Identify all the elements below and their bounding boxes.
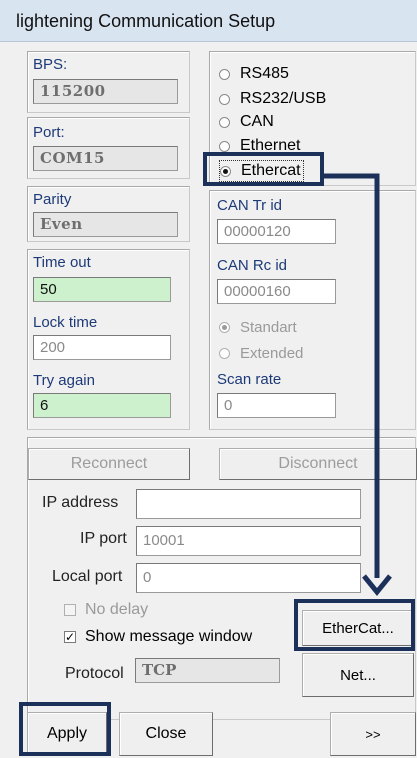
communication-setup-window: lightening Communication Setup BPS: 1152… — [0, 0, 417, 758]
annotation-arrow-icon — [323, 173, 392, 596]
